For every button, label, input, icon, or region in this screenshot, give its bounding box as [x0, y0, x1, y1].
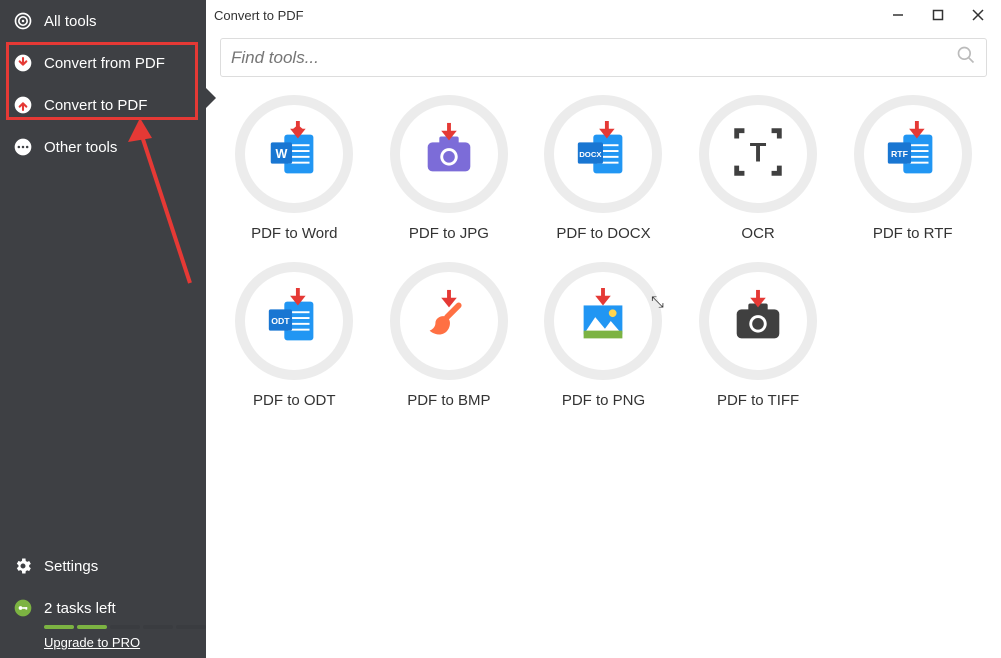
sidebar-item-label: Convert from PDF [44, 55, 165, 72]
docx-doc-icon: DOCX [572, 121, 634, 188]
sidebar-item-tasks[interactable]: 2 tasks left [0, 587, 206, 621]
odt-doc-icon: ODT [263, 288, 325, 355]
tool-pdf-to-tiff[interactable]: PDF to TIFF [684, 262, 833, 409]
maximize-button[interactable] [923, 3, 953, 27]
minimize-button[interactable] [883, 3, 913, 27]
close-button[interactable] [963, 3, 993, 27]
tools-grid: W PDF to Word PDF to JPG [206, 81, 1001, 423]
search-icon [956, 45, 976, 70]
search-input[interactable] [231, 48, 956, 68]
sidebar-active-pointer-icon [206, 88, 216, 108]
sidebar-item-settings[interactable]: Settings [0, 545, 206, 587]
sidebar-item-label: Other tools [44, 139, 117, 156]
tool-label: PDF to DOCX [556, 225, 650, 242]
titlebar: Convert to PDF [206, 0, 1001, 30]
sidebar-item-label: Convert to PDF [44, 97, 147, 114]
sidebar-item-convert-to-pdf[interactable]: Convert to PDF [0, 84, 206, 126]
tool-label: OCR [741, 225, 774, 242]
tool-pdf-to-odt[interactable]: ODT PDF to ODT [220, 262, 369, 409]
svg-text:DOCX: DOCX [580, 149, 603, 158]
svg-text:ODT: ODT [272, 315, 291, 325]
image-png-icon [572, 288, 634, 355]
sidebar-item-convert-from-pdf[interactable]: Convert from PDF [0, 42, 206, 84]
tool-ocr[interactable]: T OCR [684, 95, 833, 242]
more-horizontal-icon [12, 136, 34, 158]
sidebar-item-label: Settings [44, 558, 98, 575]
tool-pdf-to-docx[interactable]: DOCX PDF to DOCX [529, 95, 678, 242]
tasks-left-label: 2 tasks left [44, 600, 116, 617]
main-panel: Convert to PDF W [206, 0, 1001, 658]
target-icon [12, 10, 34, 32]
gear-icon [12, 555, 34, 577]
tool-label: PDF to TIFF [717, 392, 799, 409]
sidebar: All tools Convert from PDF Convert to PD… [0, 0, 206, 658]
svg-text:RTF: RTF [891, 148, 908, 158]
tool-label: PDF to RTF [873, 225, 953, 242]
tool-label: PDF to PNG [562, 392, 645, 409]
search-box[interactable] [220, 38, 987, 77]
tool-label: PDF to Word [251, 225, 337, 242]
svg-text:T: T [750, 136, 767, 167]
tasks-progress-bar [44, 625, 206, 629]
tool-label: PDF to JPG [409, 225, 489, 242]
page-title: Convert to PDF [214, 8, 304, 23]
ocr-scan-icon: T [727, 121, 789, 188]
brush-icon [418, 288, 480, 355]
tool-label: PDF to BMP [407, 392, 490, 409]
rtf-doc-icon: RTF [882, 121, 944, 188]
tool-pdf-to-rtf[interactable]: RTF PDF to RTF [838, 95, 987, 242]
tool-pdf-to-bmp[interactable]: PDF to BMP [375, 262, 524, 409]
tool-label: PDF to ODT [253, 392, 336, 409]
arrow-down-circle-icon [12, 52, 34, 74]
sidebar-item-label: All tools [44, 13, 97, 30]
word-doc-icon: W [263, 121, 325, 188]
key-icon [12, 597, 34, 619]
tool-pdf-to-word[interactable]: W PDF to Word [220, 95, 369, 242]
tool-pdf-to-png[interactable]: PDF to PNG [529, 262, 678, 409]
sidebar-item-other-tools[interactable]: Other tools [0, 126, 206, 168]
svg-text:W: W [276, 146, 288, 160]
upgrade-link[interactable]: Upgrade to PRO [44, 635, 206, 650]
arrow-up-circle-icon [12, 94, 34, 116]
sidebar-item-all-tools[interactable]: All tools [0, 0, 206, 42]
camera-dark-icon [727, 288, 789, 355]
tool-pdf-to-jpg[interactable]: PDF to JPG [375, 95, 524, 242]
camera-purple-icon [418, 121, 480, 188]
